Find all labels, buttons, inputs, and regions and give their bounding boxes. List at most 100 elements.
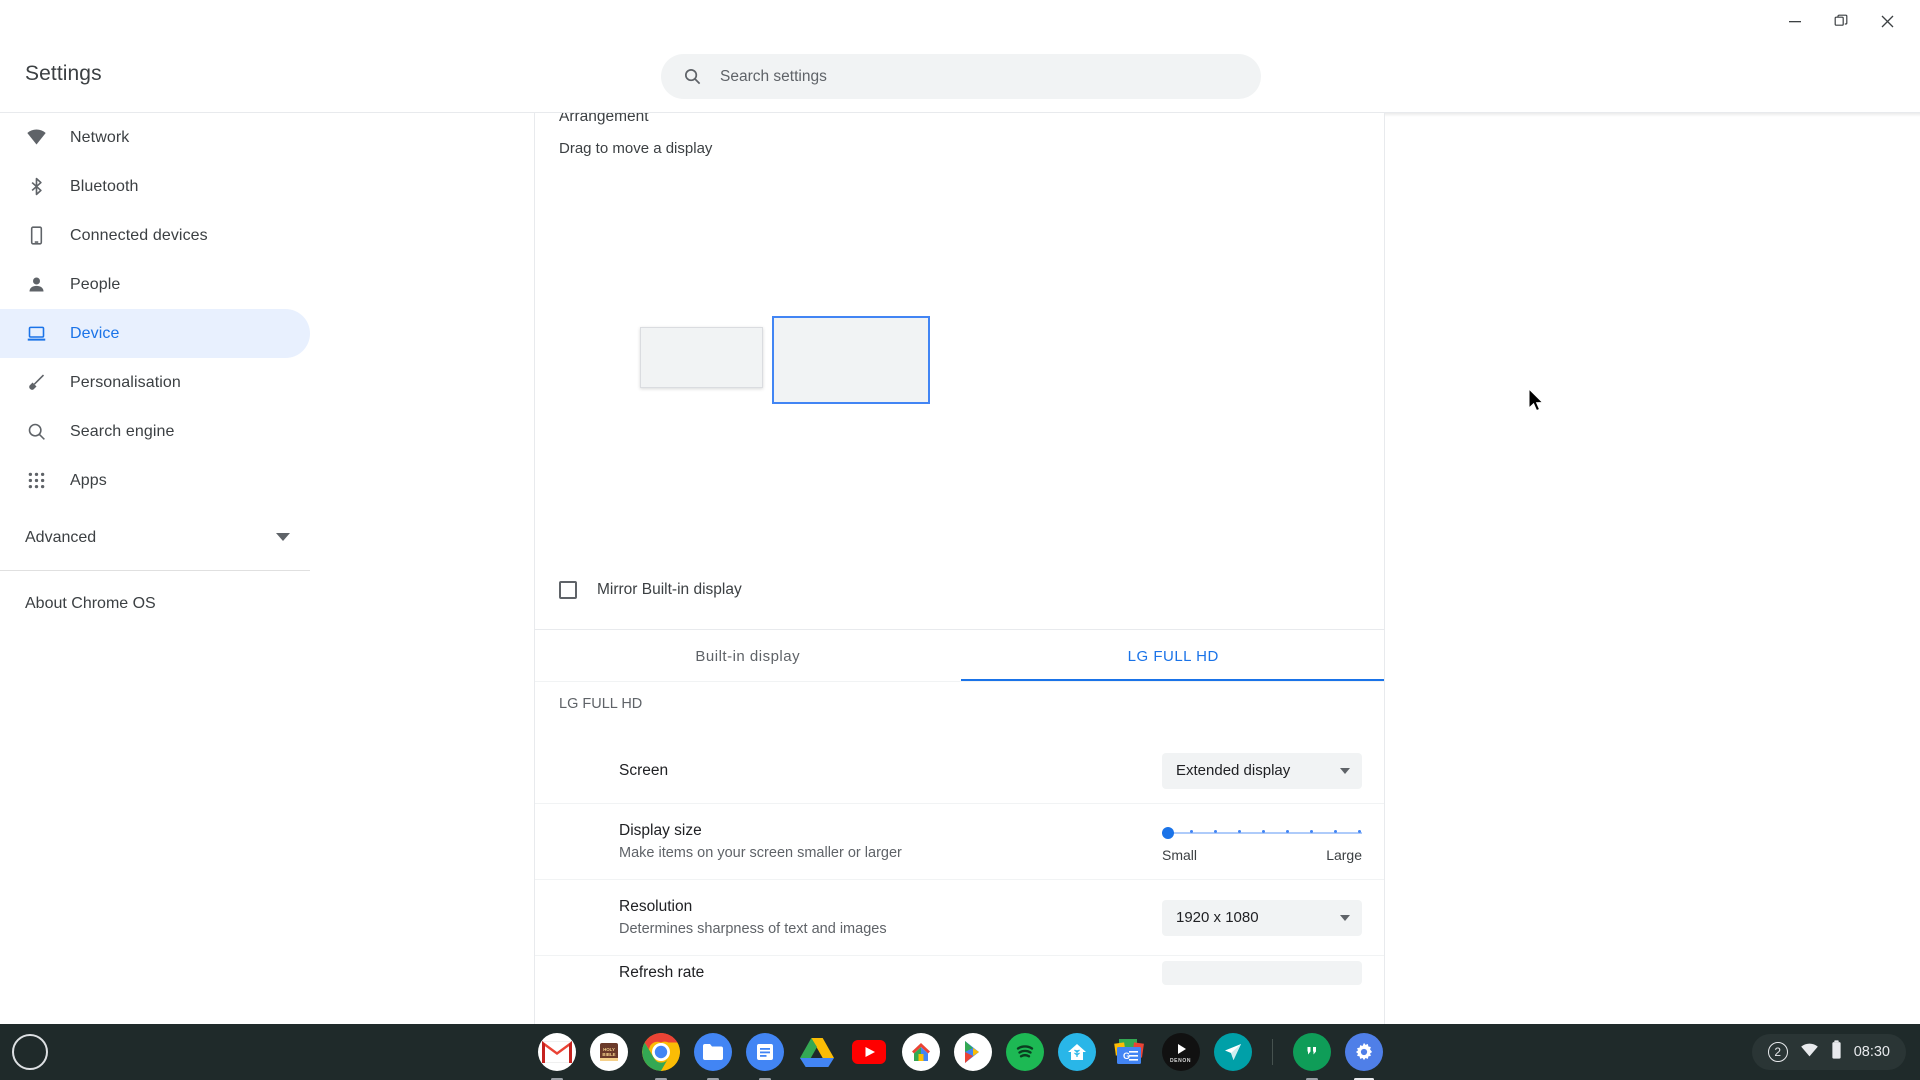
refresh-rate-dropdown[interactable] <box>1162 961 1362 985</box>
sidebar-item-personalisation[interactable]: Personalisation <box>0 358 310 407</box>
shelf-app-youtube[interactable] <box>850 1033 888 1071</box>
sidebar-item-apps[interactable]: Apps <box>0 456 310 505</box>
clock[interactable]: 08:30 <box>1854 1044 1890 1060</box>
slider-tick <box>1238 830 1241 833</box>
tab-lg-full-hd[interactable]: LG FULL HD <box>960 630 1384 682</box>
mirror-display-label: Mirror Built-in display <box>597 581 742 598</box>
google-news-icon[interactable]: G <box>1110 1033 1148 1071</box>
sidebar-item-label: Connected devices <box>70 226 208 244</box>
slider-track[interactable] <box>1162 825 1362 841</box>
shelf-app-google-home[interactable] <box>901 1033 940 1071</box>
laptop-icon <box>25 323 47 344</box>
shelf-app-spotify[interactable] <box>1005 1033 1044 1071</box>
row-label: Display size <box>619 822 702 839</box>
sidebar-item-label: Apps <box>70 471 107 489</box>
shelf-app-settings[interactable] <box>1344 1033 1383 1080</box>
sidebar-item-advanced[interactable]: Advanced <box>0 513 310 562</box>
shelf-app-smart-home[interactable] <box>1057 1033 1096 1071</box>
dropdown-value: Extended display <box>1176 762 1291 779</box>
sidebar-item-about-chrome-os[interactable]: About Chrome OS <box>0 579 310 628</box>
arrangement-title: Arrangement <box>559 113 649 125</box>
slider-tick <box>1190 830 1193 833</box>
youtube-icon[interactable] <box>850 1033 888 1071</box>
search-input[interactable]: Search settings <box>661 54 1261 99</box>
slider-tick <box>1214 830 1217 833</box>
slider-thumb[interactable] <box>1162 826 1174 839</box>
display-size-slider[interactable]: Small Large <box>1162 821 1362 863</box>
battery-icon[interactable] <box>1831 1040 1842 1064</box>
slider-tick <box>1286 830 1289 833</box>
shelf-app-play-store[interactable] <box>953 1033 992 1071</box>
google-home-icon[interactable] <box>901 1033 940 1071</box>
resolution-dropdown[interactable]: 1920 x 1080 <box>1162 899 1362 936</box>
device-displays-panel: Arrangement Drag to move a display Mirro… <box>534 113 1385 1047</box>
settings-icon[interactable] <box>1344 1033 1383 1071</box>
row-sublabel: Determines sharpness of text and images <box>619 921 887 937</box>
sidebar-divider <box>0 570 310 571</box>
tab-label: LG FULL HD <box>1127 647 1219 665</box>
shelf-app-keep[interactable] <box>745 1033 784 1080</box>
window-titlebar <box>0 0 1920 42</box>
shelf-app-gmail[interactable] <box>537 1033 576 1080</box>
display-tabs: Built-in display LG FULL HD <box>535 630 1384 682</box>
shelf-app-google-news[interactable]: G <box>1110 1033 1148 1071</box>
shelf-app-bible[interactable]: HOLY BIBLE <box>589 1033 628 1071</box>
hangouts-icon[interactable] <box>1292 1033 1331 1071</box>
slider-tick <box>1310 830 1313 833</box>
chrome-icon[interactable] <box>641 1033 680 1071</box>
sidebar-item-connected-devices[interactable]: Connected devices <box>0 211 310 260</box>
sidebar-advanced-label: Advanced <box>25 528 97 546</box>
sidebar-item-network[interactable]: Network <box>0 113 310 162</box>
smart-home-icon[interactable] <box>1057 1033 1096 1071</box>
row-refresh-rate: Refresh rate <box>535 956 1384 990</box>
tab-built-in-display[interactable]: Built-in display <box>535 630 961 682</box>
sidebar-item-label: Device <box>70 324 120 342</box>
slider-tick <box>1262 830 1265 833</box>
denon-icon[interactable]: DENON <box>1161 1033 1200 1071</box>
shelf-app-denon[interactable]: DENON <box>1161 1033 1200 1071</box>
display-box-built-in[interactable] <box>640 327 763 388</box>
shelf-app-files[interactable] <box>693 1033 732 1080</box>
system-tray[interactable]: 2 08:30 <box>1751 1034 1906 1070</box>
minimize-button[interactable] <box>1772 0 1818 42</box>
shelf-app-chrome[interactable] <box>641 1033 680 1080</box>
display-arrangement-canvas[interactable] <box>535 173 1384 553</box>
google-drive-icon[interactable] <box>798 1033 836 1071</box>
google-keep-icon[interactable] <box>745 1033 784 1071</box>
shelf-app-hangouts[interactable] <box>1292 1033 1331 1080</box>
files-icon[interactable] <box>693 1033 732 1071</box>
shelf-app-list: HOLY BIBLE G DENON <box>0 1024 1920 1080</box>
page-title: Settings <box>25 62 102 85</box>
sidebar-about-label: About Chrome OS <box>25 594 156 612</box>
sidebar-item-bluetooth[interactable]: Bluetooth <box>0 162 310 211</box>
shelf-app-teal-plane[interactable] <box>1213 1033 1252 1071</box>
sidebar-item-search-engine[interactable]: Search engine <box>0 407 310 456</box>
sidebar-item-device[interactable]: Device <box>0 309 310 358</box>
play-store-icon[interactable] <box>953 1033 992 1071</box>
teal-paper-plane-icon[interactable] <box>1213 1033 1252 1071</box>
mirror-display-checkbox[interactable] <box>559 581 577 599</box>
sidebar-item-people[interactable]: People <box>0 260 310 309</box>
row-resolution: Resolution Determines sharpness of text … <box>535 880 1384 956</box>
display-box-lg-full-hd[interactable] <box>772 316 930 404</box>
chevron-down-icon <box>1340 914 1350 921</box>
shelf: HOLY BIBLE G DENON 2 08:30 <box>0 1024 1920 1080</box>
phone-icon <box>25 225 47 246</box>
shelf-app-drive[interactable] <box>798 1033 836 1071</box>
close-button[interactable] <box>1864 0 1910 42</box>
svg-text:G: G <box>1123 1051 1130 1061</box>
restore-window-button[interactable] <box>1818 0 1864 42</box>
mirror-display-row[interactable]: Mirror Built-in display <box>559 581 742 599</box>
spotify-icon[interactable] <box>1005 1033 1044 1071</box>
slider-tick <box>1358 830 1361 833</box>
screen-mode-dropdown[interactable]: Extended display <box>1162 752 1362 789</box>
row-screen: Screen Extended display <box>535 738 1384 804</box>
arrangement-instruction: Drag to move a display <box>559 140 713 157</box>
gmail-icon[interactable] <box>537 1033 576 1071</box>
settings-header: Settings Search settings <box>0 42 1920 112</box>
sidebar-item-label: Personalisation <box>70 373 181 391</box>
bible-app-icon[interactable]: HOLY BIBLE <box>589 1033 628 1071</box>
row-display-size: Display size Make items on your screen s… <box>535 804 1384 880</box>
wifi-icon[interactable] <box>1800 1042 1819 1063</box>
notification-count-badge[interactable]: 2 <box>1767 1042 1788 1062</box>
